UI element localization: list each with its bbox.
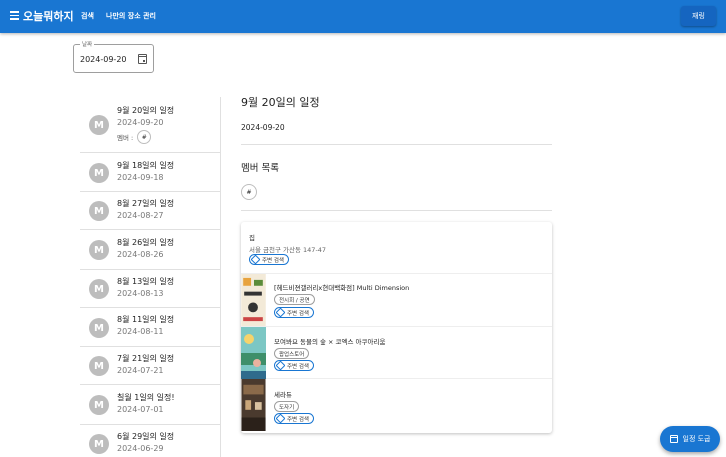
schedule-date: 2024-08-27	[117, 211, 164, 220]
location-icon	[275, 413, 286, 424]
nav-my-places[interactable]: 나만의 장소 관리	[106, 11, 156, 21]
member-label: 멤버 :	[117, 134, 134, 142]
schedule-title: 6월 29일의 일정	[117, 432, 175, 441]
chip-label: 주변 검색	[287, 363, 309, 370]
place-thumbnail	[241, 274, 266, 326]
member-line: 멤버 : #	[117, 130, 152, 144]
schedule-item[interactable]: M 8월 26일의 일정 2024-08-26	[80, 230, 220, 270]
place-item[interactable]: 모여봐요 동물의 숲 × 코엑스 아쿠아리움 팝업스토어 주변 검색	[241, 327, 552, 379]
schedule-date: 2024-09-20	[117, 118, 164, 127]
menu-icon[interactable]	[10, 11, 19, 20]
category-chip: 도자기	[274, 401, 300, 412]
schedule-title: 칠월 1일의 일정!	[117, 393, 175, 402]
schedule-date: 2024-07-01	[117, 405, 164, 414]
category-chip: 전시회 / 공연	[274, 294, 315, 305]
chip-label: 주변 검색	[287, 416, 309, 423]
place-name: 모여봐요 동물의 숲 × 코엑스 아쿠아리움	[274, 338, 386, 346]
share-button[interactable]: 재링	[681, 6, 716, 26]
schedule-avatar: M	[89, 356, 109, 376]
schedule-item[interactable]: M 7월 21일의 일정 2024-07-21	[80, 347, 220, 385]
schedule-item[interactable]: M 칠월 1일의 일정! 2024-07-01	[80, 385, 220, 425]
place-item[interactable]: [헤드비젼갤러리x현대백화점] Multi Dimension 전시회 / 공연…	[241, 274, 552, 327]
schedule-avatar: M	[89, 395, 109, 415]
schedule-item[interactable]: M 8월 13일의 일정 2024-08-13	[80, 270, 220, 308]
chip-label: 주변 검색	[262, 257, 284, 264]
schedule-title: 8월 27일의 일정	[117, 199, 175, 208]
detail-date: 2024-09-20	[241, 123, 285, 132]
schedule-title: 8월 11일의 일정	[117, 315, 175, 324]
schedule-title: 8월 13일의 일정	[117, 277, 175, 286]
schedule-avatar: M	[89, 318, 109, 338]
fab-label: 일정 도굽	[682, 435, 711, 443]
app-title[interactable]: 오늘뭐하지	[23, 8, 74, 24]
nearby-search-chip[interactable]: 주변 검색	[274, 307, 314, 318]
detail-title: 9월 20일의 일정	[241, 96, 320, 109]
place-item[interactable]: 집 서울 금천구 가산동 147-47 주변 검색	[241, 222, 552, 274]
schedule-avatar: M	[89, 163, 109, 183]
member-avatar[interactable]: #	[241, 184, 257, 200]
schedule-date: 2024-06-29	[117, 444, 164, 453]
schedule-avatar: M	[89, 279, 109, 299]
schedule-title: 8월 26일의 일정	[117, 238, 175, 247]
place-address: 서울 금천구 가산동 147-47	[249, 246, 327, 254]
nav-search[interactable]: 검색	[81, 11, 94, 21]
schedule-title: 9월 18일의 일정	[117, 161, 175, 170]
place-name: 세라듀	[274, 391, 292, 399]
calendar-icon[interactable]	[138, 54, 147, 64]
place-thumbnail	[241, 379, 266, 431]
places-card: 집 서울 금천구 가산동 147-47 주변 검색 [헤드비젼갤러리x현대백화점…	[241, 222, 552, 433]
place-name: [헤드비젼갤러리x현대백화점] Multi Dimension	[274, 284, 410, 292]
calendar-icon	[669, 435, 678, 443]
schedule-item[interactable]: M 8월 11일의 일정 2024-08-11	[80, 308, 220, 347]
nearby-search-chip[interactable]: 주변 검색	[274, 413, 314, 424]
location-icon	[250, 254, 261, 265]
schedule-item[interactable]: M 8월 27일의 일정 2024-08-27	[80, 192, 220, 230]
schedule-list: M 9월 20일의 일정 2024-09-20 멤버 : # M 9월 18일의…	[80, 97, 221, 457]
location-icon	[275, 360, 286, 371]
category-chip: 팝업스토어	[274, 348, 310, 359]
divider	[241, 210, 552, 211]
schedule-date: 2024-08-13	[117, 289, 164, 298]
schedule-title: 9월 20일의 일정	[117, 106, 175, 115]
schedule-avatar: M	[89, 115, 109, 135]
add-schedule-button[interactable]: 일정 도굽	[660, 426, 720, 452]
nearby-search-chip[interactable]: 주변 검색	[249, 254, 289, 265]
schedule-avatar: M	[89, 240, 109, 260]
schedule-item[interactable]: M 6월 29일의 일정 2024-06-29	[80, 425, 220, 457]
date-field[interactable]: 날짜 2024-09-20	[73, 40, 154, 73]
schedule-date: 2024-08-26	[117, 250, 164, 259]
schedule-title: 7월 21일의 일정	[117, 354, 175, 363]
nearby-search-chip[interactable]: 주변 검색	[274, 360, 314, 371]
member-heading: 멤버 목록	[241, 163, 279, 174]
schedule-date: 2024-07-21	[117, 366, 164, 375]
chip-label: 주변 검색	[287, 310, 309, 317]
place-name: 집	[249, 234, 255, 242]
place-item[interactable]: 세라듀 도자기 주변 검색	[241, 379, 552, 433]
schedule-item[interactable]: M 9월 18일의 일정 2024-09-18	[80, 153, 220, 192]
schedule-avatar: M	[89, 201, 109, 221]
app-bar: 오늘뭐하지 검색 나만의 장소 관리 재링	[0, 0, 726, 33]
schedule-avatar: M	[89, 434, 109, 454]
date-value[interactable]: 2024-09-20	[80, 55, 127, 64]
member-chip[interactable]: #	[137, 130, 152, 144]
location-icon	[275, 307, 286, 318]
place-thumbnail	[241, 327, 266, 379]
schedule-date: 2024-09-18	[117, 173, 164, 182]
date-label: 날짜	[80, 40, 95, 48]
schedule-date: 2024-08-11	[117, 327, 164, 336]
divider	[241, 144, 552, 145]
schedule-item[interactable]: M 9월 20일의 일정 2024-09-20 멤버 : #	[80, 97, 220, 153]
